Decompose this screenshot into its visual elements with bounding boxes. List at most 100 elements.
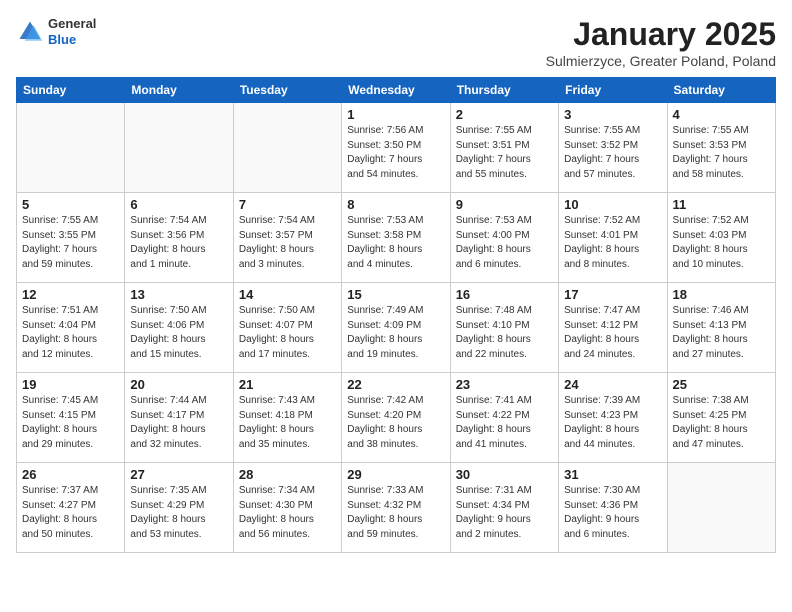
calendar-cell [233,103,341,193]
day-number: 15 [347,287,444,302]
calendar-cell: 13 Sunrise: 7:50 AM Sunset: 4:06 PM Dayli… [125,283,233,373]
calendar-cell: 16 Sunrise: 7:48 AM Sunset: 4:10 PM Dayli… [450,283,558,373]
day-info: Sunrise: 7:55 AM Sunset: 3:52 PM Dayligh… [564,124,661,182]
day-info: Sunrise: 7:55 AM Sunset: 3:51 PM Dayligh… [456,124,553,182]
day-info: Sunrise: 7:37 AM Sunset: 4:27 PM Dayligh… [22,484,119,542]
day-number: 21 [239,377,336,392]
title-block: January 2025 Sulmierzyce, Greater Poland… [546,16,776,69]
week-row-4: 19 Sunrise: 7:45 AM Sunset: 4:15 PM Dayli… [17,373,776,463]
calendar-cell: 22Sunrise: 7:42 AM Sunset: 4:20 PM Dayli… [342,373,450,463]
week-row-5: 26 Sunrise: 7:37 AM Sunset: 4:27 PM Dayli… [17,463,776,553]
day-number: 26 [22,467,119,482]
logo-blue: Blue [48,32,96,48]
day-info: Sunrise: 7:49 AM Sunset: 4:09 PM Dayligh… [347,304,444,362]
day-info: Sunrise: 7:52 AM Sunset: 4:01 PM Dayligh… [564,214,661,272]
day-number: 5 [22,197,119,212]
weekday-header-monday: Monday [125,78,233,103]
calendar-cell: 28 Sunrise: 7:34 AM Sunset: 4:30 PM Dayli… [233,463,341,553]
day-info: Sunrise: 7:53 AM Sunset: 3:58 PM Dayligh… [347,214,444,272]
day-info: Sunrise: 7:44 AM Sunset: 4:17 PM Dayligh… [130,394,227,452]
weekday-header-wednesday: Wednesday [342,78,450,103]
calendar-cell [667,463,775,553]
day-info: Sunrise: 7:47 AM Sunset: 4:12 PM Dayligh… [564,304,661,362]
day-info: Sunrise: 7:50 AM Sunset: 4:06 PM Dayligh… [130,304,227,362]
day-number: 17 [564,287,661,302]
calendar-cell: 1Sunrise: 7:56 AM Sunset: 3:50 PM Daylig… [342,103,450,193]
weekday-header-tuesday: Tuesday [233,78,341,103]
calendar-cell: 15 Sunrise: 7:49 AM Sunset: 4:09 PM Dayli… [342,283,450,373]
weekday-header-sunday: Sunday [17,78,125,103]
day-info: Sunrise: 7:42 AM Sunset: 4:20 PM Dayligh… [347,394,444,452]
calendar-cell: 6 Sunrise: 7:54 AM Sunset: 3:56 PM Daylig… [125,193,233,283]
day-info: Sunrise: 7:45 AM Sunset: 4:15 PM Dayligh… [22,394,119,452]
week-row-2: 5 Sunrise: 7:55 AM Sunset: 3:55 PM Daylig… [17,193,776,283]
day-number: 28 [239,467,336,482]
day-number: 2 [456,107,553,122]
calendar-table: SundayMondayTuesdayWednesdayThursdayFrid… [16,77,776,553]
day-number: 27 [130,467,227,482]
week-row-3: 12 Sunrise: 7:51 AM Sunset: 4:04 PM Dayli… [17,283,776,373]
logo-icon [16,18,44,46]
weekday-header-saturday: Saturday [667,78,775,103]
day-info: Sunrise: 7:34 AM Sunset: 4:30 PM Dayligh… [239,484,336,542]
day-number: 30 [456,467,553,482]
calendar-cell: 21 Sunrise: 7:43 AM Sunset: 4:18 PM Dayli… [233,373,341,463]
day-info: Sunrise: 7:43 AM Sunset: 4:18 PM Dayligh… [239,394,336,452]
calendar-cell: 11Sunrise: 7:52 AM Sunset: 4:03 PM Dayli… [667,193,775,283]
calendar-subtitle: Sulmierzyce, Greater Poland, Poland [546,53,776,69]
calendar-cell: 24Sunrise: 7:39 AM Sunset: 4:23 PM Dayli… [559,373,667,463]
weekday-header-friday: Friday [559,78,667,103]
calendar-cell: 20 Sunrise: 7:44 AM Sunset: 4:17 PM Dayli… [125,373,233,463]
day-number: 13 [130,287,227,302]
calendar-cell: 8 Sunrise: 7:53 AM Sunset: 3:58 PM Daylig… [342,193,450,283]
calendar-title: January 2025 [546,16,776,53]
logo: General Blue [16,16,96,47]
day-number: 7 [239,197,336,212]
day-number: 4 [673,107,770,122]
day-number: 19 [22,377,119,392]
calendar-cell: 7 Sunrise: 7:54 AM Sunset: 3:57 PM Daylig… [233,193,341,283]
day-info: Sunrise: 7:35 AM Sunset: 4:29 PM Dayligh… [130,484,227,542]
calendar-cell: 27 Sunrise: 7:35 AM Sunset: 4:29 PM Dayli… [125,463,233,553]
week-row-1: 1Sunrise: 7:56 AM Sunset: 3:50 PM Daylig… [17,103,776,193]
day-info: Sunrise: 7:54 AM Sunset: 3:57 PM Dayligh… [239,214,336,272]
day-info: Sunrise: 7:41 AM Sunset: 4:22 PM Dayligh… [456,394,553,452]
day-number: 6 [130,197,227,212]
day-info: Sunrise: 7:31 AM Sunset: 4:34 PM Dayligh… [456,484,553,542]
day-info: Sunrise: 7:54 AM Sunset: 3:56 PM Dayligh… [130,214,227,272]
calendar-cell: 17 Sunrise: 7:47 AM Sunset: 4:12 PM Dayli… [559,283,667,373]
weekday-header-thursday: Thursday [450,78,558,103]
logo-text: General Blue [48,16,96,47]
day-info: Sunrise: 7:48 AM Sunset: 4:10 PM Dayligh… [456,304,553,362]
calendar-cell: 31Sunrise: 7:30 AM Sunset: 4:36 PM Dayli… [559,463,667,553]
day-info: Sunrise: 7:55 AM Sunset: 3:55 PM Dayligh… [22,214,119,272]
day-number: 23 [456,377,553,392]
calendar-cell [125,103,233,193]
day-info: Sunrise: 7:51 AM Sunset: 4:04 PM Dayligh… [22,304,119,362]
day-number: 12 [22,287,119,302]
day-info: Sunrise: 7:39 AM Sunset: 4:23 PM Dayligh… [564,394,661,452]
day-number: 8 [347,197,444,212]
calendar-cell: 2 Sunrise: 7:55 AM Sunset: 3:51 PM Daylig… [450,103,558,193]
calendar-cell: 19 Sunrise: 7:45 AM Sunset: 4:15 PM Dayli… [17,373,125,463]
day-info: Sunrise: 7:46 AM Sunset: 4:13 PM Dayligh… [673,304,770,362]
day-number: 16 [456,287,553,302]
day-info: Sunrise: 7:55 AM Sunset: 3:53 PM Dayligh… [673,124,770,182]
calendar-cell: 26 Sunrise: 7:37 AM Sunset: 4:27 PM Dayli… [17,463,125,553]
calendar-cell: 14Sunrise: 7:50 AM Sunset: 4:07 PM Dayli… [233,283,341,373]
day-number: 20 [130,377,227,392]
day-info: Sunrise: 7:53 AM Sunset: 4:00 PM Dayligh… [456,214,553,272]
calendar-cell: 18Sunrise: 7:46 AM Sunset: 4:13 PM Dayli… [667,283,775,373]
day-number: 1 [347,107,444,122]
logo-general: General [48,16,96,32]
day-number: 10 [564,197,661,212]
calendar-cell: 25Sunrise: 7:38 AM Sunset: 4:25 PM Dayli… [667,373,775,463]
day-number: 29 [347,467,444,482]
day-info: Sunrise: 7:52 AM Sunset: 4:03 PM Dayligh… [673,214,770,272]
calendar-cell: 29 Sunrise: 7:33 AM Sunset: 4:32 PM Dayli… [342,463,450,553]
day-info: Sunrise: 7:33 AM Sunset: 4:32 PM Dayligh… [347,484,444,542]
page-header: General Blue January 2025 Sulmierzyce, G… [16,16,776,69]
day-number: 9 [456,197,553,212]
day-info: Sunrise: 7:30 AM Sunset: 4:36 PM Dayligh… [564,484,661,542]
day-info: Sunrise: 7:50 AM Sunset: 4:07 PM Dayligh… [239,304,336,362]
